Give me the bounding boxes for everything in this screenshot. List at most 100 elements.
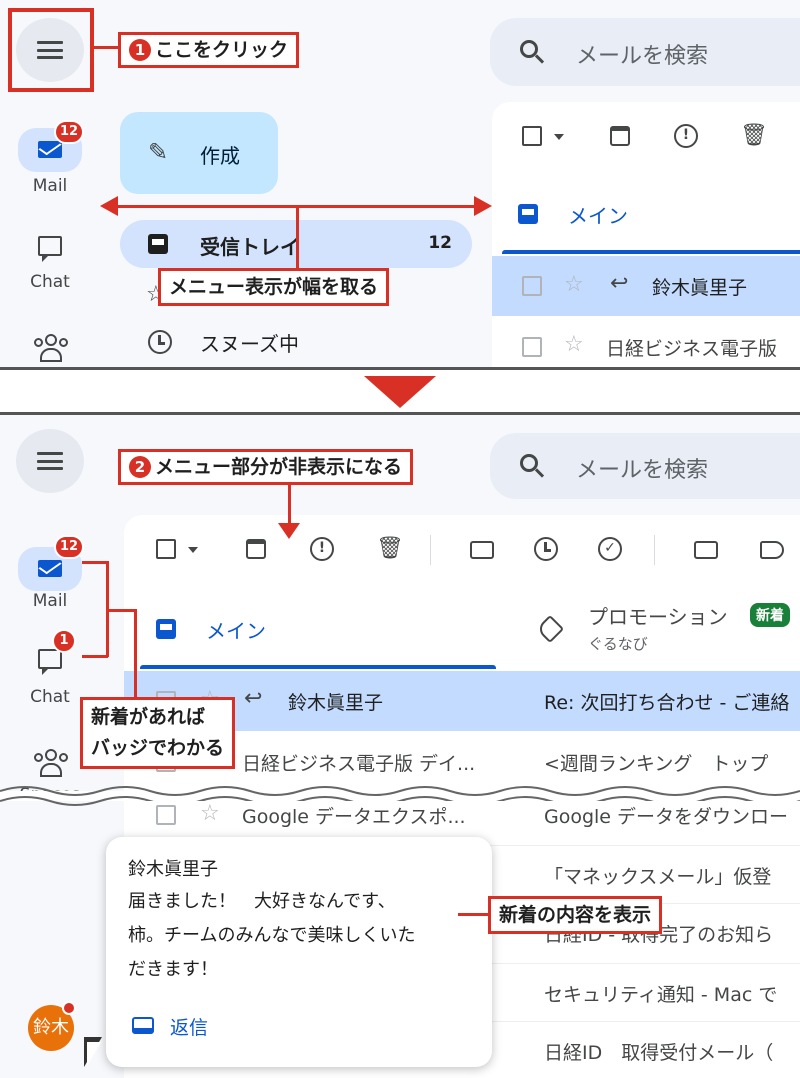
nav-inbox-label: 受信トレイ <box>200 235 300 259</box>
tab-main[interactable]: メイン <box>206 615 266 644</box>
popup-reply-button[interactable]: 返信 <box>128 1009 238 1045</box>
reply-icon: ↩ <box>610 271 629 296</box>
mark-unread-icon[interactable] <box>470 541 494 559</box>
chat-icon[interactable] <box>38 236 62 262</box>
tab-promotions[interactable]: プロモーション <box>588 601 728 630</box>
delete-icon[interactable]: 🗑︎ <box>740 122 768 150</box>
search-input[interactable]: メールを検索 <box>576 38 708 70</box>
report-spam-icon[interactable]: ! <box>674 124 698 148</box>
inbox-icon <box>148 234 168 254</box>
top-screenshot-panel: 12 Mail Chat ✎ 作成 受信トレイ 12 ☆ スヌーズ中 メールを検… <box>0 0 800 370</box>
popup-message-line: 届きました！ 大好きなんです、 <box>128 891 396 912</box>
callout-1-number: 1 <box>129 39 151 61</box>
compose-button[interactable]: ✎ 作成 <box>120 112 278 194</box>
toolbar-divider <box>654 535 655 565</box>
archive-icon[interactable] <box>246 539 266 559</box>
popup-message-line: だきます！ <box>128 959 218 980</box>
callout-2-arrow-head <box>278 523 300 539</box>
search-icon[interactable] <box>520 40 538 58</box>
chat-notification-popup[interactable]: 鈴木眞里子 届きました！ 大好きなんです、 柿。チームのみんなで美味しくいた だ… <box>106 837 492 1067</box>
nav-snoozed-label: スヌーズ中 <box>200 332 299 356</box>
tag-icon <box>535 614 565 644</box>
compose-label: 作成 <box>200 144 240 168</box>
badge-bracket-link <box>108 609 136 612</box>
spaces-icon[interactable] <box>34 334 68 362</box>
move-to-icon[interactable] <box>694 541 718 559</box>
star-icon[interactable]: ☆ <box>564 332 584 357</box>
callout-1-text: ここをクリック <box>155 39 289 61</box>
nav-item-snoozed[interactable]: スヌーズ中 <box>120 318 472 366</box>
star-icon[interactable]: ☆ <box>564 272 584 297</box>
width-callout-leader <box>296 206 299 270</box>
archive-icon[interactable] <box>610 126 630 146</box>
callout-badge-line: 新着があれば <box>91 706 206 728</box>
callout-content: 新着の内容を表示 <box>488 896 663 934</box>
select-menu-caret[interactable] <box>554 134 564 140</box>
pencil-icon: ✎ <box>147 138 169 166</box>
snooze-icon[interactable] <box>534 537 558 561</box>
spaces-icon[interactable] <box>34 749 68 777</box>
highlight-menu-button <box>8 8 94 92</box>
popup-sender: 鈴木眞里子 <box>128 859 218 880</box>
callout-badge-line: バッジでわかる <box>91 737 225 759</box>
main-tab-icon <box>156 619 176 639</box>
main-menu-button[interactable] <box>16 429 84 493</box>
rail-mail-label: Mail <box>32 591 68 611</box>
callout-content-leader <box>458 913 488 916</box>
clock-icon <box>148 330 172 354</box>
row-sender: 鈴木眞里子 <box>288 692 384 714</box>
tab-promotions-sub: ぐるなび <box>588 635 648 653</box>
badge-bracket-drop <box>134 609 137 699</box>
mail-row[interactable]: ☆ 日経ビジネス電子版 <box>492 318 800 367</box>
tab-main[interactable]: メイン <box>568 200 628 229</box>
star-icon[interactable]: ☆ <box>200 801 220 826</box>
callout-2: 2 メニュー部分が非表示になる <box>118 449 414 485</box>
row-checkbox[interactable] <box>522 276 542 296</box>
mail-unread-badge: 12 <box>54 535 84 559</box>
label-icon[interactable] <box>760 541 784 559</box>
popup-message-line: 柿。チームのみんなで美味しくいた <box>128 925 416 946</box>
width-arrow-line <box>114 205 476 208</box>
chat-unread-badge: 1 <box>52 629 76 653</box>
search-bar[interactable]: メールを検索 <box>490 18 800 86</box>
row-checkbox[interactable] <box>156 805 176 825</box>
mail-row[interactable]: ☆ ↩ 鈴木眞里子 <box>492 256 800 316</box>
search-icon[interactable] <box>520 454 538 472</box>
delete-icon[interactable]: 🗑︎ <box>376 535 404 563</box>
tab-main-underline <box>140 665 496 669</box>
row-checkbox[interactable] <box>522 337 542 357</box>
callout-badge: 新着があれば バッジでわかる <box>80 697 236 769</box>
select-all-checkbox[interactable] <box>522 126 542 146</box>
badge-bracket-bottom <box>82 655 108 658</box>
rail-mail-label: Mail <box>32 176 68 196</box>
row-subject: 日経ID 取得受付メール（ <box>544 1042 774 1064</box>
search-bar[interactable]: メールを検索 <box>490 433 800 499</box>
nav-inbox-count: 12 <box>428 233 452 253</box>
report-spam-icon[interactable]: ! <box>310 537 334 561</box>
callout-2-leader <box>288 485 291 525</box>
transition-arrow <box>364 376 436 408</box>
search-input[interactable]: メールを検索 <box>576 452 708 484</box>
row-subject: Google データをダウンロー <box>544 806 789 828</box>
bottom-screenshot-panel: 12 Mail 1 Chat Spaces メールを検索 ! 🗑︎ ✓ メイン … <box>0 412 800 1078</box>
main-tab-icon <box>518 204 538 224</box>
row-sender: 鈴木眞里子 <box>652 277 748 299</box>
popup-reply-label: 返信 <box>170 1017 209 1039</box>
select-all-checkbox[interactable] <box>156 539 176 559</box>
callout-width: メニュー表示が幅を取る <box>158 268 390 306</box>
rail-chat-label: Chat <box>30 272 70 292</box>
width-arrow-right-head <box>474 196 492 216</box>
row-subject: セキュリティ通知 - Mac で <box>544 984 778 1006</box>
row-sender: 日経ビジネス電子版 <box>606 338 778 360</box>
add-to-tasks-icon[interactable]: ✓ <box>598 537 622 561</box>
mail-row[interactable]: ☆ Google データエクスポ... Google データをダウンロー <box>124 801 800 841</box>
toolbar-divider <box>430 535 431 565</box>
width-arrow-left-head <box>100 196 118 216</box>
row-subject: 「マネックスメール」仮登 <box>544 866 772 888</box>
mouse-cursor <box>87 1042 101 1066</box>
mail-icon <box>38 560 62 577</box>
callout-2-number: 2 <box>129 456 151 478</box>
select-menu-caret[interactable] <box>188 547 198 553</box>
mail-icon <box>38 141 62 158</box>
hamburger-icon <box>37 452 63 470</box>
